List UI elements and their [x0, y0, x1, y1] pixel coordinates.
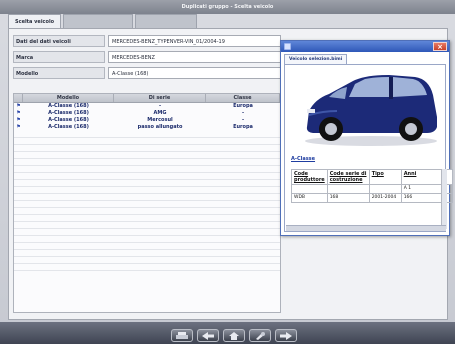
print-button[interactable] — [171, 329, 193, 342]
empty-row — [14, 222, 280, 229]
table-row[interactable]: ⚑ A-Classe (168) AMG - — [14, 110, 280, 117]
table-row[interactable]: A 1 — [291, 184, 454, 194]
row-marker-icon: ⚑ — [16, 117, 21, 123]
empty-row — [14, 194, 280, 201]
table-row[interactable]: ⚑ A-Classe (168) - Europa — [14, 103, 280, 110]
tab-3[interactable] — [135, 14, 198, 28]
grid-header-modello[interactable]: Modello — [23, 94, 114, 102]
cell-modello: A-Classe (168) — [48, 103, 89, 109]
popup-title-bar[interactable]: × — [281, 41, 449, 52]
empty-row — [14, 208, 280, 215]
car-image — [305, 75, 437, 146]
vehicle-code-table: Code produttore Code serie di costruzion… — [291, 169, 454, 203]
tools-button[interactable] — [249, 329, 271, 342]
grid-header-check — [14, 94, 23, 102]
cell-serie: - — [158, 103, 162, 109]
empty-row — [14, 243, 280, 250]
window-title: Duplicati gruppo - Scelta veicolo — [181, 4, 274, 10]
header-tipo: Tipo — [368, 169, 402, 185]
table-row[interactable]: ⚑ A-Classe (168) Mercosul - — [14, 117, 280, 124]
field-value[interactable]: MERCEDES-BENZ — [108, 51, 281, 63]
row-marker-icon: ⚑ — [16, 110, 21, 116]
empty-row — [14, 236, 280, 243]
field-value[interactable]: A-Classe (168) — [108, 67, 281, 79]
car-model-link[interactable]: A-Classe — [291, 156, 315, 162]
cell-serie: AMG — [153, 110, 167, 116]
table-row[interactable]: WDB 168 2001-2004 166 — [291, 193, 454, 203]
model-grid: Modello Di serie Classe ⚑ A-Classe (168)… — [13, 93, 281, 313]
field-row-dati: Dati del dati veicoli MERCEDES-BENZ_TYPE… — [13, 35, 281, 47]
cell — [291, 184, 328, 194]
grid-header-serie[interactable]: Di serie — [114, 94, 206, 102]
field-row-modello: Modello A-Classe (168) — [13, 67, 281, 79]
field-row-marca: Marca MERCEDES-BENZ — [13, 51, 281, 63]
title-bar: Duplicati gruppo - Scelta veicolo — [0, 0, 455, 14]
field-value[interactable]: MERCEDES-BENZ_TYPENVER-VIN_01/2004-19 — [108, 35, 281, 47]
cell: 2001-2004 — [368, 193, 402, 203]
forward-icon — [280, 332, 292, 340]
app-window: Duplicati gruppo - Scelta veicolo Scelta… — [0, 0, 455, 344]
tab-selected-vehicle[interactable]: Veicolo selezion.bimi — [284, 54, 348, 64]
row-marker-icon: ⚑ — [16, 124, 21, 130]
tab-strip: Scelta veicolo — [8, 14, 199, 28]
empty-row — [14, 145, 280, 152]
header-code-serie: Code serie di costruzione — [326, 169, 370, 185]
tools-icon — [256, 332, 265, 340]
print-icon — [176, 332, 188, 339]
tab-2[interactable] — [63, 14, 134, 28]
popup-vertical-scrollbar[interactable] — [441, 169, 447, 229]
cell-serie: passo allungato — [137, 124, 183, 130]
cell — [326, 184, 370, 194]
cell: WDB — [291, 193, 328, 203]
table-row[interactable]: ⚑ A-Classe (168) passo allungato Europa — [14, 124, 280, 131]
back-button[interactable] — [197, 329, 219, 342]
cell-classe: - — [241, 117, 245, 123]
empty-row — [14, 159, 280, 166]
empty-row — [14, 173, 280, 180]
empty-row — [14, 229, 280, 236]
empty-row — [14, 138, 280, 145]
field-label: Marca — [13, 51, 105, 63]
close-button[interactable]: × — [433, 42, 447, 51]
empty-row — [14, 264, 280, 271]
cell-classe: Europa — [233, 103, 253, 109]
table-header-row: Code produttore Code serie di costruzion… — [291, 169, 454, 185]
grid-header: Modello Di serie Classe — [14, 94, 280, 103]
empty-row — [14, 187, 280, 194]
empty-row — [14, 215, 280, 222]
cell-modello: A-Classe (168) — [48, 124, 89, 130]
header-code-produttore: Code produttore — [291, 169, 328, 185]
field-label: Modello — [13, 67, 105, 79]
home-button[interactable] — [223, 329, 245, 342]
empty-row — [14, 250, 280, 257]
cell-serie: Mercosul — [147, 117, 173, 123]
empty-row — [14, 166, 280, 173]
row-marker-icon: ⚑ — [16, 103, 21, 109]
tab-scelta-veicolo[interactable]: Scelta veicolo — [8, 14, 62, 28]
cell-classe: - — [241, 110, 245, 116]
cell-classe: Europa — [233, 124, 253, 130]
close-icon: × — [437, 43, 443, 51]
popup-panel: A-Classe Code produttore Code serie di c… — [284, 64, 454, 232]
empty-row — [14, 131, 280, 138]
cell — [368, 184, 402, 194]
empty-row — [14, 152, 280, 159]
cell-modello: A-Classe (168) — [48, 117, 89, 123]
cell: 168 — [326, 193, 370, 203]
footer-toolbar — [0, 322, 455, 344]
cell-modello: A-Classe (168) — [48, 110, 89, 116]
empty-row — [14, 201, 280, 208]
vehicle-popup-window: × Veicolo selezion.bimi A-Classe Code pr… — [280, 40, 454, 236]
empty-row — [14, 257, 280, 264]
window-icon — [284, 43, 291, 50]
popup-horizontal-scrollbar[interactable] — [286, 225, 446, 231]
field-label: Dati del dati veicoli — [13, 35, 105, 47]
forward-button[interactable] — [275, 329, 297, 342]
back-icon — [202, 332, 214, 340]
home-icon — [229, 332, 239, 340]
empty-row — [14, 180, 280, 187]
grid-header-classe[interactable]: Classe — [206, 94, 280, 102]
